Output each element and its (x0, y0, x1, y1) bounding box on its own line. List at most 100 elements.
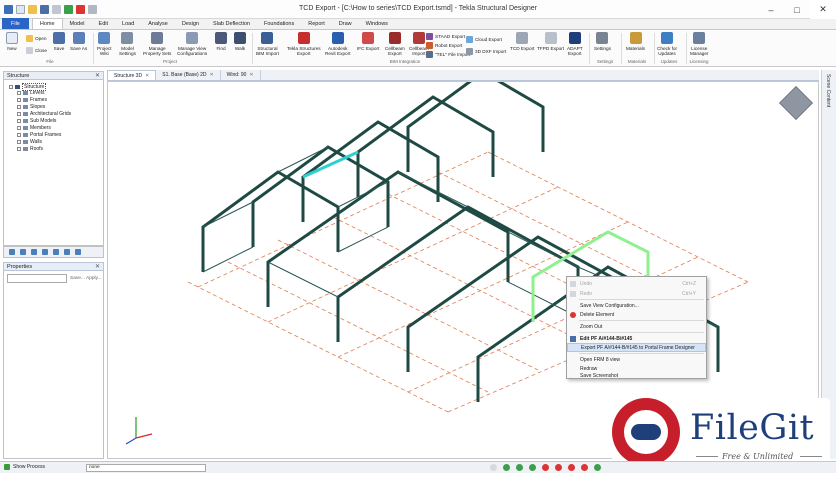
close-tab-icon[interactable]: ✕ (209, 72, 213, 78)
menu-item-undo[interactable]: Undo Ctrl+Z (567, 279, 706, 288)
staad-export-button[interactable]: STAAD Export (426, 33, 465, 40)
property-set-select[interactable] (7, 274, 67, 283)
tab-analyse[interactable]: Analyse (141, 18, 175, 29)
tab-edit[interactable]: Edit (92, 18, 115, 29)
new-button[interactable]: New (6, 32, 18, 51)
tab-model[interactable]: Model (63, 18, 92, 29)
manage-property-sets-button[interactable]: Manage Property Sets (143, 32, 171, 56)
tekla-structures-export-button[interactable]: Tekla Structures Export (287, 32, 321, 56)
materials-icon (629, 32, 642, 44)
model-settings-button[interactable]: Model Settings (119, 32, 136, 56)
tree-tool-icon[interactable] (53, 249, 59, 255)
tab-foundations[interactable]: Foundations (257, 18, 301, 29)
menu-item-zoom-out[interactable]: Zoom Out (567, 322, 706, 331)
close-panel-icon[interactable]: ✕ (95, 263, 100, 270)
save-apply-links[interactable]: Save... Apply... (70, 276, 102, 281)
check-updates-button[interactable]: Check for Updates (657, 32, 677, 56)
tree-tool-icon[interactable] (9, 249, 15, 255)
menu-item-edit-pf[interactable]: Edit PF A/#144-B/#145 (567, 334, 706, 343)
tree-item-members[interactable]: Members (17, 125, 51, 131)
new-icon (6, 32, 18, 44)
close-tab-icon[interactable]: ✕ (249, 72, 253, 78)
tab-draw[interactable]: Draw (332, 18, 359, 29)
view-config-icon (186, 32, 199, 44)
license-manager-button[interactable]: License Manager (690, 32, 709, 56)
tree-tool-icon[interactable] (31, 249, 37, 255)
tab-file[interactable]: File (2, 18, 29, 29)
settings-button[interactable]: Settings (594, 32, 611, 51)
tab-windows[interactable]: Windows (359, 18, 395, 29)
robot-export-button[interactable]: Robot Export (426, 42, 462, 49)
minimize-button[interactable]: – (758, 0, 784, 19)
menu-item-open-frm-view[interactable]: Open FRM 8 view (567, 355, 706, 364)
close-button[interactable]: ✕ (810, 0, 836, 19)
find-button[interactable]: Find (215, 32, 227, 51)
menu-item-redo[interactable]: Redo Ctrl+Y (567, 289, 706, 298)
tab-base-2d[interactable]: S1. Base (Base) 2D ✕ (156, 70, 221, 80)
tab-home[interactable]: Home (31, 18, 63, 29)
tab-wind-90[interactable]: Wind: 90 ✕ (221, 70, 261, 80)
open-button[interactable]: Open (26, 35, 46, 42)
menu-separator (579, 332, 704, 333)
tab-load[interactable]: Load (115, 18, 141, 29)
close-file-icon (26, 47, 33, 54)
tab-structure-3d[interactable]: Structure 3D ✕ (107, 70, 157, 80)
tab-slab-deflection[interactable]: Slab Deflection (206, 18, 257, 29)
dxf-import-button[interactable]: 3D DXF Import (466, 48, 506, 55)
menu-item-export-pf[interactable]: Export PF A/#144-B/#145 to Portal Frame … (567, 343, 706, 352)
ribbon-separator (589, 33, 590, 64)
window-title: TCD Export - [C:\How to series\TCD Expor… (299, 5, 537, 12)
tree-item-sub-models[interactable]: Sub Models (17, 118, 56, 124)
save-as-button[interactable]: Save As (70, 32, 87, 51)
save-button[interactable]: Save (53, 32, 65, 51)
adapt-export-button[interactable]: ADAPT Export (567, 32, 583, 56)
folder-icon (26, 35, 33, 42)
axes-indicator (125, 417, 153, 445)
tcd-icon (516, 32, 529, 44)
close-file-button[interactable]: Close (26, 47, 47, 54)
revit-icon (331, 32, 344, 44)
tree-tool-icon[interactable] (42, 249, 48, 255)
cellbeam-export-button[interactable]: Cellbeam Export (385, 32, 405, 56)
tree-tool-icon[interactable] (75, 249, 81, 255)
menu-item-save-screenshot[interactable]: Save Screenshot (567, 372, 706, 379)
manage-view-configurations-button[interactable]: Manage View Configurations (177, 32, 207, 56)
tree-tool-icon[interactable] (20, 249, 26, 255)
ifc-export-button[interactable]: IFC Export (357, 32, 379, 51)
tree-tool-icon[interactable] (64, 249, 70, 255)
tree-item-portal-frames[interactable]: Portal Frames (17, 132, 61, 138)
adapt-icon (568, 32, 581, 44)
menu-separator (579, 299, 704, 300)
tree-item-roofs[interactable]: Roofs (17, 146, 43, 152)
tree-item-architectural-grids[interactable]: Architectural Grids (17, 111, 71, 117)
close-tab-icon[interactable]: ✕ (145, 73, 149, 79)
tree-item-walls[interactable]: Walls (17, 139, 42, 145)
tree-item-levels[interactable]: Levels (17, 90, 44, 96)
tree-item-frames[interactable]: Frames (17, 97, 47, 103)
tcd-export-button[interactable]: TCD Export (510, 32, 534, 51)
tree-item-slopes[interactable]: Slopes (17, 104, 45, 110)
close-panel-icon[interactable]: ✕ (95, 72, 100, 79)
maximize-button[interactable]: □ (784, 0, 810, 19)
tel-import-button[interactable]: "TEL" File Import (426, 51, 470, 58)
tab-report[interactable]: Report (301, 18, 332, 29)
revit-export-button[interactable]: Autodesk Revit Export (325, 32, 351, 56)
tfpd-export-button[interactable]: TFPD Export (537, 32, 564, 51)
status-bar: Show Process none (0, 461, 836, 473)
tab-design[interactable]: Design (175, 18, 206, 29)
cellbeam-export-icon (388, 32, 401, 44)
find-icon (215, 32, 227, 44)
menu-item-delete-element[interactable]: Delete Element (567, 310, 706, 319)
group-label-bim: BIM Integration (389, 59, 421, 64)
menu-item-save-view-config[interactable]: Save View Configuration... (567, 301, 706, 310)
structural-bim-import-button[interactable]: Structural BIM Import (256, 32, 279, 56)
filter-select[interactable]: none (86, 464, 206, 472)
project-wiki-button[interactable]: Project Wiki (97, 32, 112, 56)
materials-button[interactable]: Materials (626, 32, 645, 51)
show-process-toggle[interactable]: Show Process (4, 464, 45, 470)
group-label-licensing: Licensing (689, 59, 709, 64)
help-icon[interactable] (490, 464, 497, 471)
walk-button[interactable]: Walk (234, 32, 246, 51)
cloud-export-button[interactable]: Cloud Export (466, 36, 502, 43)
dxf-icon (466, 48, 473, 55)
